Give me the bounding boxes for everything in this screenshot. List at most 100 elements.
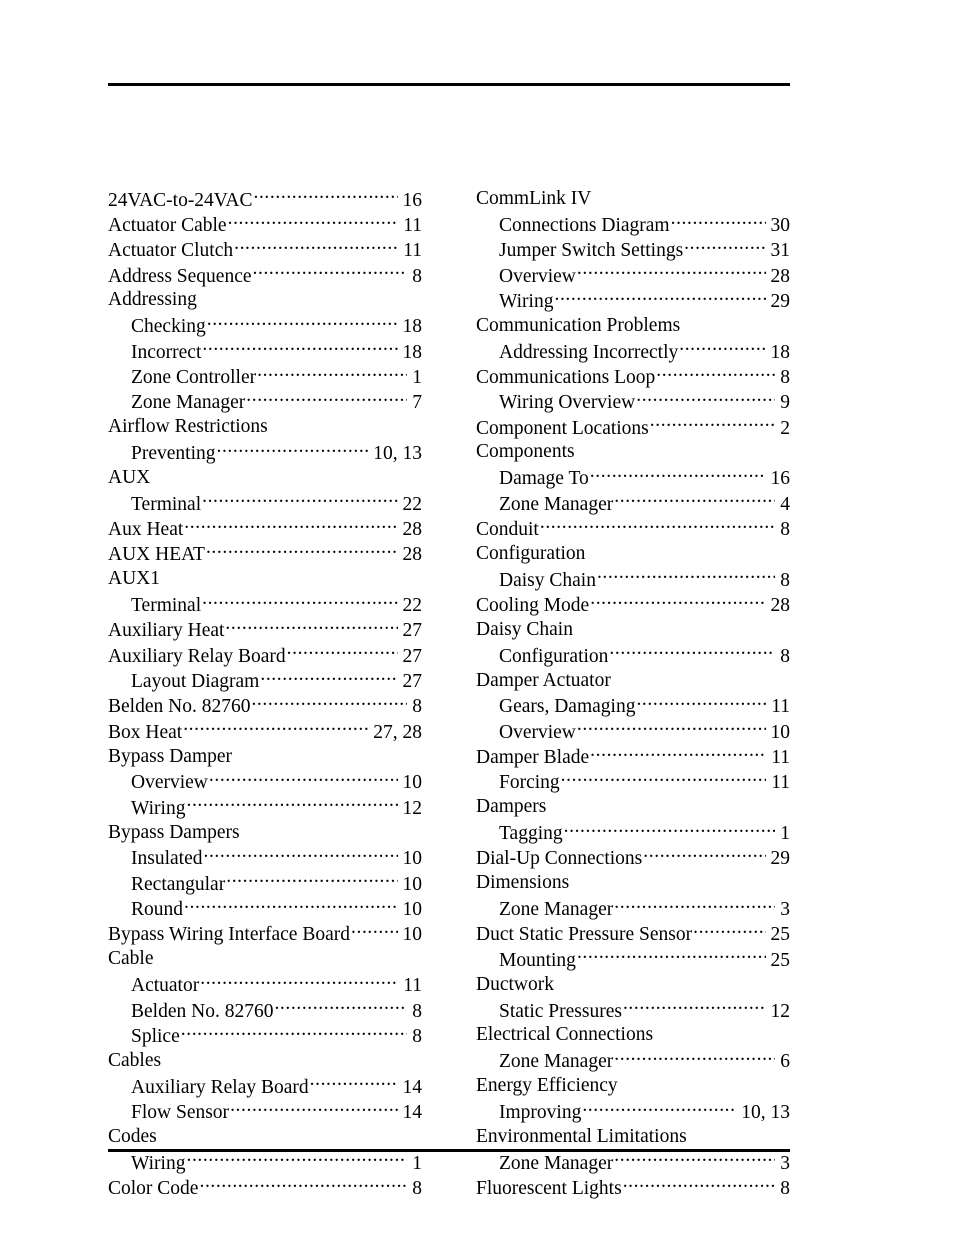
index-entry: Ductwork bbox=[476, 972, 790, 997]
index-entry-label: Wiring bbox=[499, 290, 554, 312]
index-entry-page-number: 10 bbox=[770, 721, 791, 743]
index-entry: CommLink IV bbox=[476, 186, 790, 211]
index-entry-page-number: 8 bbox=[412, 1025, 422, 1047]
index-entry-page-number: 10, 13 bbox=[741, 1101, 790, 1123]
dot-leader bbox=[643, 845, 765, 865]
index-entry-label: Codes bbox=[108, 1125, 157, 1147]
dot-leader bbox=[199, 1174, 407, 1194]
index-entry-page-number: 10 bbox=[402, 873, 423, 895]
dot-leader bbox=[636, 693, 766, 713]
footer-rule bbox=[108, 1149, 790, 1152]
index-entry: Components bbox=[476, 439, 790, 464]
dot-leader bbox=[251, 693, 407, 713]
index-entry: 24VAC-to-24VAC 16 bbox=[108, 186, 422, 211]
dot-leader bbox=[207, 313, 398, 333]
dot-leader bbox=[577, 718, 766, 738]
index-entry-label: Auxiliary Heat bbox=[108, 620, 225, 642]
index-subentry: Round 10 bbox=[108, 896, 422, 921]
index-entry: Communication Problems bbox=[476, 313, 790, 338]
index-subentry: Actuator 11 bbox=[108, 972, 422, 997]
index-entry-page-number: 8 bbox=[412, 1000, 422, 1022]
index-entry-label: Communications Loop bbox=[476, 366, 656, 388]
index-subentry: Zone Manager 6 bbox=[476, 1048, 790, 1073]
index-subentry: Rectangular 10 bbox=[108, 870, 422, 895]
index-entry-page-number: 22 bbox=[402, 595, 423, 616]
index-subentry: Overview 28 bbox=[476, 262, 790, 287]
index-entry: Aux Heat 28 bbox=[108, 515, 422, 540]
index-entry-page-number: 16 bbox=[402, 189, 423, 211]
index-entry: AUX HEAT 28 bbox=[108, 541, 422, 566]
index-entry-label: Overview bbox=[499, 265, 576, 287]
index-entry-label: Insulated bbox=[131, 848, 203, 870]
index-entry-label: Electrical Connections bbox=[476, 1024, 654, 1046]
dot-leader bbox=[310, 1073, 398, 1093]
index-entry: Codes bbox=[108, 1124, 422, 1149]
dot-leader bbox=[257, 363, 407, 383]
index-entry-label: AUX1 bbox=[108, 568, 160, 590]
index-entry-page-number: 6 bbox=[780, 1051, 790, 1073]
index-entry-label: Dial-Up Connections bbox=[476, 848, 643, 870]
index-entry-label: Overview bbox=[499, 721, 576, 743]
index-entry-page-number: 18 bbox=[770, 341, 791, 363]
index-entry: Communications Loop 8 bbox=[476, 363, 790, 388]
dot-leader bbox=[671, 211, 766, 231]
index-entry-label: Addressing bbox=[108, 289, 197, 311]
index-entry-label: Incorrect bbox=[131, 341, 202, 363]
index-entry-page-number: 3 bbox=[780, 899, 790, 921]
index-subentry: Layout Diagram 27 bbox=[108, 668, 422, 693]
index-entry-page-number: 12 bbox=[770, 1000, 791, 1022]
index-page: 24VAC-to-24VAC 16 Actuator Cable 11 Actuator… bbox=[0, 0, 954, 1235]
index-entry-label: Zone Manager bbox=[499, 1152, 614, 1174]
index-entry-label: Damage To bbox=[499, 468, 589, 490]
index-entry-label: Zone Controller bbox=[131, 366, 257, 388]
index-entry-page-number: 4 bbox=[780, 493, 790, 515]
index-entry: Auxiliary Heat 27 bbox=[108, 617, 422, 642]
index-entry: Cables bbox=[108, 1048, 422, 1073]
index-entry-page-number: 29 bbox=[770, 290, 791, 312]
index-entry-page-number: 28 bbox=[402, 518, 423, 540]
index-subentry: Configuration 8 bbox=[476, 642, 790, 667]
index-entry-page-number: 7 bbox=[412, 392, 422, 414]
index-entry-page-number: 28 bbox=[770, 265, 791, 287]
index-entry-label: Cable bbox=[108, 948, 154, 970]
index-entry: Color Code 8 bbox=[108, 1174, 422, 1199]
index-entry-page-number: 10 bbox=[402, 924, 423, 946]
index-entry-page-number: 28 bbox=[770, 595, 791, 616]
index-entry-label: Address Sequence bbox=[108, 265, 252, 287]
dot-leader bbox=[561, 769, 767, 789]
dot-leader bbox=[623, 997, 766, 1017]
index-entry-label: Mounting bbox=[499, 949, 576, 971]
index-entry: Energy Efficiency bbox=[476, 1073, 790, 1098]
index-entry-label: Checking bbox=[131, 316, 206, 338]
index-entry-label: Bypass Dampers bbox=[108, 821, 240, 843]
index-entry-page-number: 3 bbox=[780, 1152, 790, 1174]
index-entry-page-number: 8 bbox=[780, 518, 790, 540]
index-entry-page-number: 9 bbox=[780, 392, 790, 414]
dot-leader bbox=[202, 490, 397, 510]
index-entry: Airflow Restrictions bbox=[108, 414, 422, 439]
index-entry-page-number: 18 bbox=[402, 316, 423, 338]
index-entry-page-number: 31 bbox=[770, 240, 791, 262]
index-entry: Address Sequence 8 bbox=[108, 262, 422, 287]
index-entry: Cooling Mode 28 bbox=[476, 592, 790, 617]
index-subentry: Flow Sensor 14 bbox=[108, 1098, 422, 1123]
index-entry-label: Connections Diagram bbox=[499, 214, 670, 236]
index-entry-label: 24VAC-to-24VAC bbox=[108, 189, 253, 211]
dot-leader bbox=[260, 668, 397, 688]
index-entry-page-number: 28 bbox=[402, 544, 423, 566]
dot-leader bbox=[693, 921, 765, 941]
index-entry-label: Actuator bbox=[131, 975, 200, 997]
index-entry-page-number: 11 bbox=[403, 240, 422, 262]
dot-leader bbox=[203, 845, 397, 865]
index-subentry: Terminal 22 bbox=[108, 592, 422, 617]
index-entry-label: Color Code bbox=[108, 1177, 199, 1199]
index-entry: Cable bbox=[108, 946, 422, 971]
index-entry-page-number: 25 bbox=[770, 949, 791, 971]
index-entry-label: Jumper Switch Settings bbox=[499, 240, 684, 262]
index-subentry: Connections Diagram 30 bbox=[476, 211, 790, 236]
dot-leader bbox=[614, 896, 775, 916]
index-subentry: Belden No. 82760 8 bbox=[108, 997, 422, 1022]
index-entry-page-number: 11 bbox=[771, 696, 790, 718]
index-subentry: Splice 8 bbox=[108, 1022, 422, 1047]
dot-leader bbox=[679, 338, 765, 358]
